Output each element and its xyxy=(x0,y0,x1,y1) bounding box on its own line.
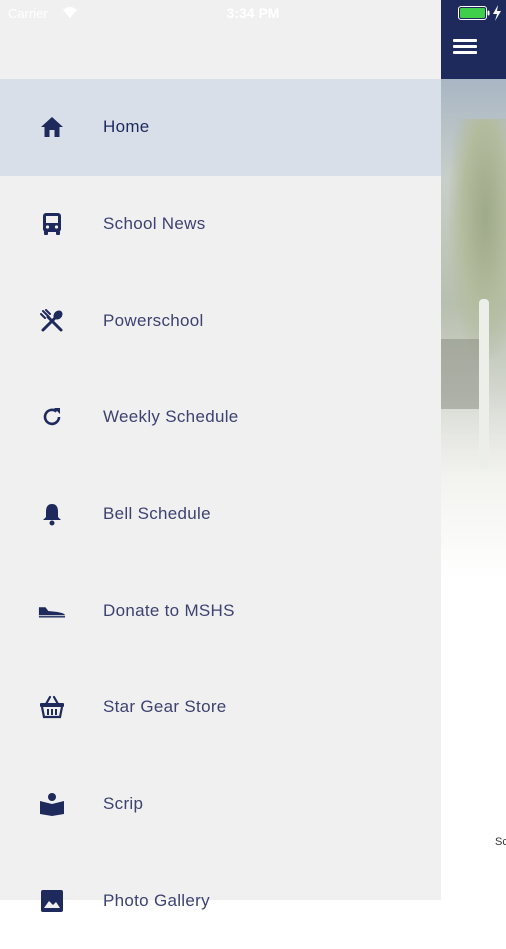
status-time: 3:34 PM xyxy=(0,5,506,21)
menu-bar xyxy=(453,45,477,48)
menu-bar xyxy=(453,39,477,42)
home-icon xyxy=(38,113,66,141)
menu-item-label: Powerschool xyxy=(103,311,204,331)
menu-bar xyxy=(453,51,477,54)
reader-icon xyxy=(38,790,66,818)
main-caption: Sc xyxy=(495,836,506,848)
hamburger-menu-button[interactable] xyxy=(453,37,479,57)
menu-item-scrip[interactable]: Scrip xyxy=(0,756,441,853)
navigation-drawer: Home School News xyxy=(0,0,441,900)
bus-icon xyxy=(38,210,66,238)
menu-item-label: Home xyxy=(103,117,150,137)
menu-item-label: Bell Schedule xyxy=(103,504,211,524)
main-content: Sc xyxy=(441,0,506,900)
charging-bolt-icon xyxy=(492,5,502,21)
menu-item-label: Donate to MSHS xyxy=(103,601,235,621)
menu-item-powerschool[interactable]: Powerschool xyxy=(0,272,441,369)
drawer-menu-list: Home School News xyxy=(0,79,441,949)
hero-tree xyxy=(479,299,489,469)
menu-item-label: Photo Gallery xyxy=(103,891,210,911)
menu-item-label: Scrip xyxy=(103,794,143,814)
menu-item-school-news[interactable]: School News xyxy=(0,176,441,273)
menu-item-bell-schedule[interactable]: Bell Schedule xyxy=(0,466,441,563)
refresh-icon xyxy=(38,403,66,431)
menu-item-label: School News xyxy=(103,214,206,234)
menu-item-weekly-schedule[interactable]: Weekly Schedule xyxy=(0,369,441,466)
shoe-icon xyxy=(38,597,66,625)
menu-item-star-gear-store[interactable]: Star Gear Store xyxy=(0,659,441,756)
status-bar: Carrier 3:34 PM xyxy=(0,0,506,26)
hero-image xyxy=(441,79,506,579)
bell-icon xyxy=(38,500,66,528)
menu-item-donate[interactable]: Donate to MSHS xyxy=(0,562,441,659)
menu-item-label: Star Gear Store xyxy=(103,697,227,717)
basket-icon xyxy=(38,693,66,721)
utensils-icon xyxy=(38,307,66,335)
image-icon xyxy=(38,887,66,915)
menu-item-label: Weekly Schedule xyxy=(103,407,239,427)
menu-item-photo-gallery[interactable]: Photo Gallery xyxy=(0,853,441,949)
battery-icon xyxy=(458,6,490,20)
hero-foliage xyxy=(449,119,506,359)
menu-item-home[interactable]: Home xyxy=(0,79,441,176)
